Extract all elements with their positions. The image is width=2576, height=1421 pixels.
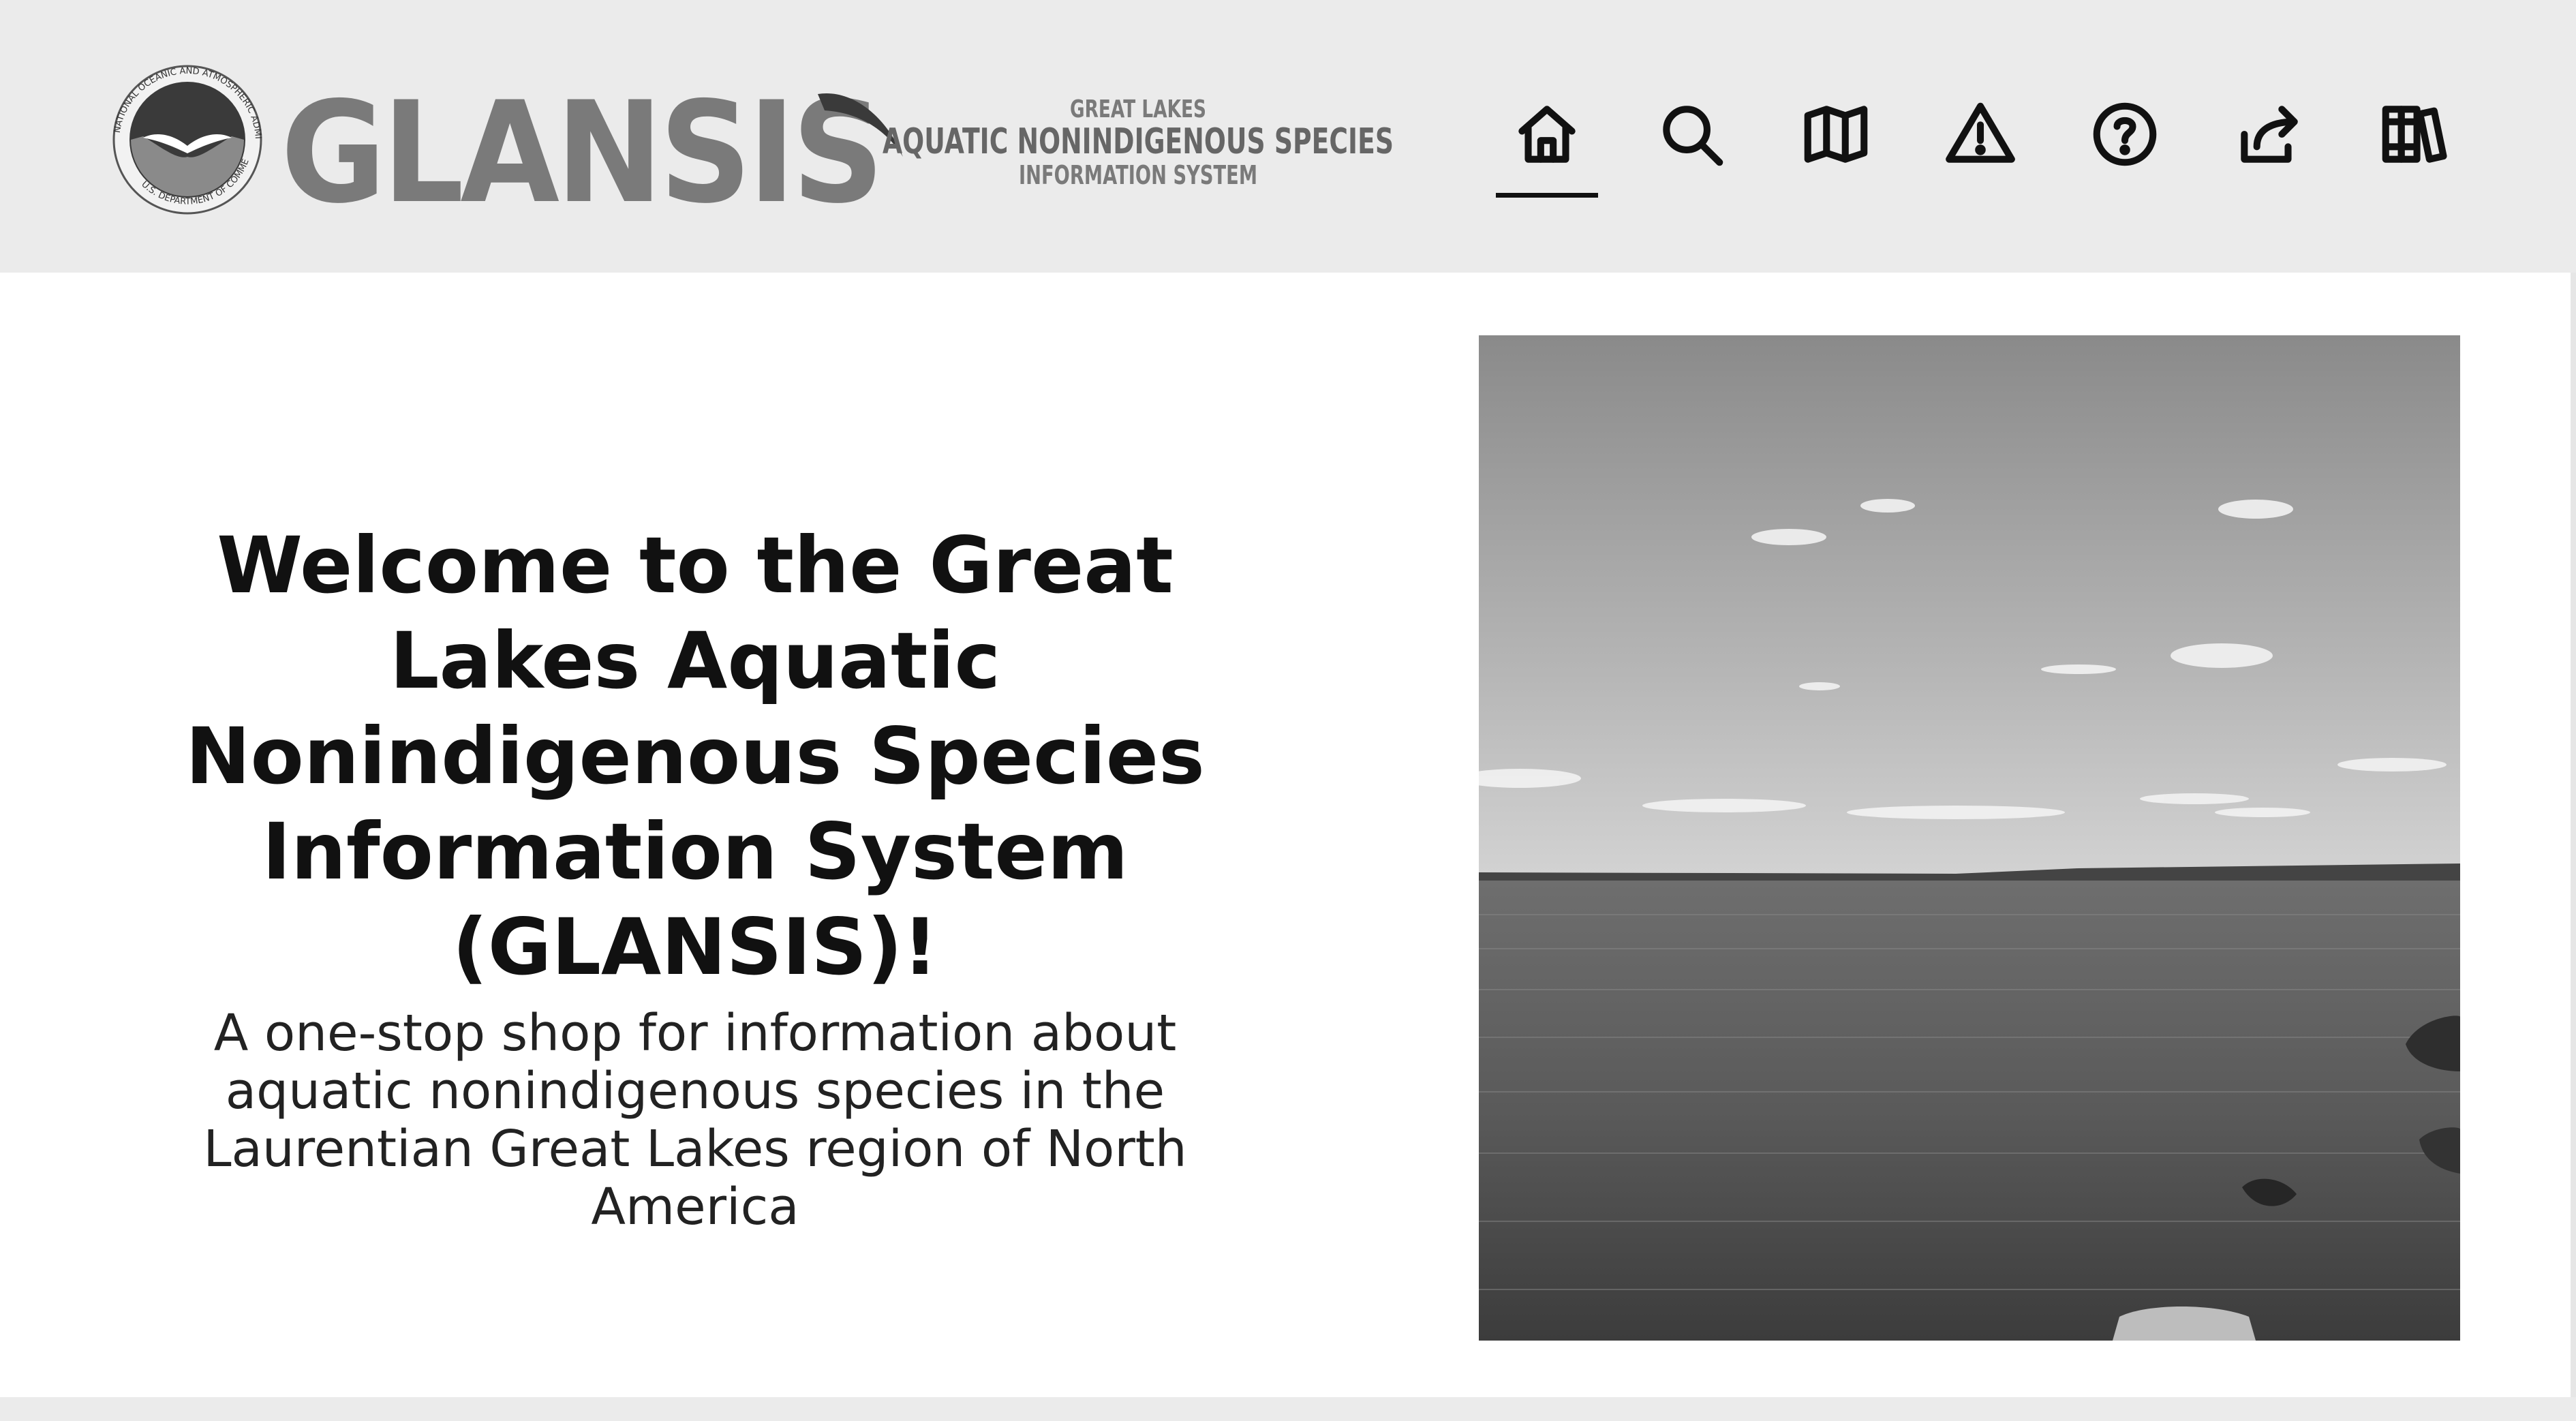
footer-strip — [0, 1397, 2576, 1421]
books-icon — [2382, 106, 2447, 163]
share-icon — [2241, 106, 2298, 163]
hero-subtitle: A one-stop shop for information about aq… — [203, 1004, 1187, 1236]
hero-title: Welcome to the Great Lakes Aquatic Nonin… — [185, 520, 1205, 992]
nav-home[interactable] — [1496, 89, 1598, 198]
nav-search[interactable] — [1640, 89, 1743, 198]
warning-icon — [1946, 102, 2015, 163]
noaa-seal-icon: NATIONAL OCEANIC AND ATMOSPHERIC ADMINIS… — [102, 61, 263, 215]
nav-library[interactable] — [2363, 89, 2465, 198]
home-icon — [1518, 106, 1576, 163]
page: NATIONAL OCEANIC AND ATMOSPHERIC ADMINIS… — [0, 0, 2576, 1421]
hero-text: Welcome to the Great Lakes Aquatic Nonin… — [136, 518, 1254, 1236]
tagline-middle: AQUATIC NONINDIGENOUS SPECIES — [883, 121, 1394, 162]
scrollbar-track[interactable] — [2571, 273, 2576, 1397]
tagline-bottom: INFORMATION SYSTEM — [1019, 160, 1257, 190]
nav-map[interactable] — [1785, 89, 1887, 198]
brand-wordmark: GLANSIS — [281, 72, 880, 218]
site-header: NATIONAL OCEANIC AND ATMOSPHERIC ADMINIS… — [0, 0, 2576, 273]
lake-photo — [1479, 335, 2460, 1341]
nav-help[interactable] — [2074, 89, 2176, 198]
search-icon — [1663, 106, 1723, 166]
help-icon — [2093, 102, 2157, 166]
nav-share[interactable] — [2218, 89, 2320, 198]
glansis-logo[interactable]: NATIONAL OCEANIC AND ATMOSPHERIC ADMINIS… — [102, 61, 1417, 218]
tagline-top: GREAT LAKES — [1070, 95, 1206, 123]
map-icon — [1804, 106, 1868, 163]
nav-alerts[interactable] — [1929, 89, 2031, 198]
